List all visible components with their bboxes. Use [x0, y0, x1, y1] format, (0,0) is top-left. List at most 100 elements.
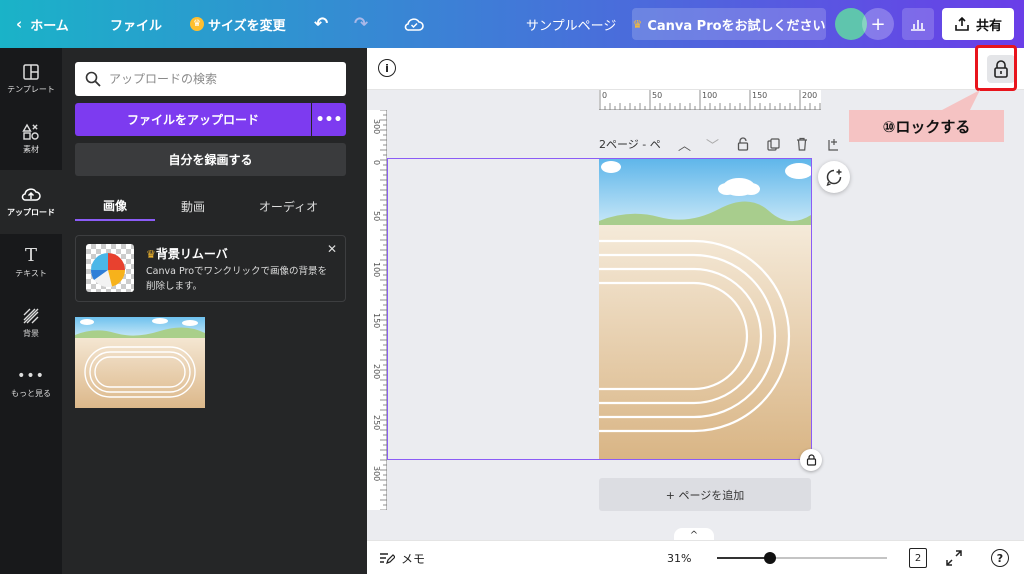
zoom-slider[interactable] — [717, 552, 887, 564]
ruler-label: 300 — [372, 119, 381, 135]
cloud-save-icon[interactable] — [404, 0, 424, 48]
background-icon — [23, 308, 39, 324]
top-bar: ‹ ホーム ファイル ♛ サイズを変更 ↶ ↷ サンプルページ ♛ Canva … — [0, 0, 1024, 48]
document-title[interactable]: サンプルページ — [526, 0, 616, 48]
design-page[interactable] — [599, 159, 811, 459]
chevron-left-icon: ‹ — [16, 15, 23, 33]
rail-item-text[interactable]: T テキスト — [0, 234, 62, 292]
canvas-area: 0 50 100 150 200 300 0 50 100 150 200 25… — [367, 90, 1024, 540]
elements-icon — [22, 123, 39, 140]
analytics-icon[interactable] — [902, 8, 934, 40]
zoom-slider-handle[interactable] — [764, 552, 776, 564]
ruler-label: 250 — [372, 415, 381, 431]
ruler-label: 50 — [372, 211, 381, 222]
undo-icon[interactable]: ↶ — [314, 0, 328, 48]
callout-pointer — [942, 90, 980, 110]
chevron-down-icon[interactable]: ﹀ — [706, 134, 719, 154]
rail-item-elements[interactable]: 素材 — [0, 110, 62, 168]
share-label: 共有 — [975, 18, 1002, 34]
lock-highlight-box — [975, 45, 1017, 91]
duplicate-page-icon[interactable] — [767, 134, 780, 154]
search-box[interactable] — [75, 62, 346, 96]
ruler-label: 150 — [752, 91, 768, 100]
help-icon[interactable]: ? — [991, 549, 1009, 567]
ruler-label: 50 — [652, 91, 663, 100]
ruler-label: 200 — [802, 91, 818, 100]
add-collaborator-icon[interactable]: + — [862, 8, 894, 40]
lock-callout: ⑩ロックする — [849, 110, 1004, 142]
tab-images[interactable]: 画像 — [75, 191, 155, 221]
crown-icon: ♛ — [190, 17, 204, 31]
tab-audio[interactable]: オーディオ — [231, 191, 346, 221]
rail-item-templates[interactable]: テンプレート — [0, 50, 62, 108]
rail-item-uploads[interactable]: アップロード — [0, 170, 62, 234]
delete-page-icon[interactable] — [796, 134, 808, 154]
text-icon: T — [24, 245, 37, 266]
ruler-label: 0 — [372, 160, 381, 166]
add-page-icon[interactable] — [827, 134, 840, 154]
ruler-label: 100 — [702, 91, 718, 100]
try-pro-button[interactable]: ♛ Canva Proをお試しください — [632, 8, 826, 40]
share-button[interactable]: 共有 — [942, 8, 1014, 40]
home-button[interactable]: ‹ ホーム — [16, 0, 69, 48]
share-icon — [955, 16, 969, 31]
notes-icon — [380, 553, 395, 564]
resize-label: サイズを変更 — [208, 18, 286, 34]
rail-label: テキスト — [15, 269, 47, 278]
rail-label: テンプレート — [7, 85, 55, 94]
resize-button[interactable]: ♛ サイズを変更 — [190, 0, 286, 48]
rail-label: 背景 — [23, 329, 39, 338]
rail-item-more[interactable]: ••• もっと見る — [0, 354, 62, 412]
fullscreen-icon[interactable] — [945, 549, 963, 567]
home-label: ホーム — [30, 18, 69, 34]
upload-options-button[interactable]: ••• — [312, 103, 346, 136]
promo-description: Canva Proでワンクリックで画像の背景を削除します。 — [146, 266, 328, 292]
comment-add-icon[interactable] — [818, 161, 850, 193]
chevron-up-icon: ^ — [689, 529, 699, 541]
notes-label: メモ — [401, 551, 426, 566]
crown-icon: ♛ — [146, 248, 156, 261]
try-pro-label: Canva Proをお試しください — [647, 18, 826, 34]
page-header: 2ページ - ペ ︿ ﹀ — [599, 134, 849, 154]
chevron-up-icon[interactable]: ︿ — [678, 134, 691, 154]
info-icon[interactable]: i — [378, 59, 396, 77]
more-icon: ••• — [17, 368, 45, 384]
lock-icon — [806, 454, 816, 466]
rail-label: 素材 — [23, 145, 39, 154]
zoom-slider-fill — [717, 557, 770, 559]
uploads-panel: ファイルをアップロード ••• 自分を録画する 画像 動画 オーディオ ♛背景リ… — [62, 48, 367, 574]
close-icon[interactable]: ✕ — [327, 242, 337, 256]
add-page-button[interactable]: + ページを追加 — [599, 478, 811, 511]
ruler-label: 150 — [372, 313, 381, 329]
record-yourself-button[interactable]: 自分を録画する — [75, 143, 346, 176]
page-count: 2 — [914, 552, 922, 564]
ruler-label: 100 — [372, 262, 381, 278]
redo-icon[interactable]: ↷ — [354, 0, 368, 48]
upload-file-button[interactable]: ファイルをアップロード — [75, 103, 311, 136]
uploaded-image-thumbnail[interactable] — [75, 317, 205, 408]
upload-icon — [21, 188, 41, 201]
ruler-vertical: 300 0 50 100 150 200 250 300 — [367, 110, 387, 510]
ruler-horizontal: 0 50 100 150 200 — [599, 90, 821, 110]
ruler-label: 300 — [372, 466, 381, 482]
template-icon — [23, 64, 39, 80]
beach-ball-image — [86, 244, 134, 292]
page-count-button[interactable]: 2 — [909, 548, 927, 568]
notes-button[interactable]: メモ — [379, 541, 425, 574]
page-title[interactable]: 2ページ - ペ — [599, 136, 661, 152]
file-menu[interactable]: ファイル — [110, 0, 162, 48]
show-pages-toggle[interactable]: ^ — [674, 528, 714, 540]
rail-label: アップロード — [7, 208, 55, 217]
ruler-label: 0 — [602, 91, 608, 100]
zoom-value[interactable]: 31% — [667, 541, 691, 574]
editor-toolbar: i — [367, 48, 1024, 90]
background-remover-promo[interactable]: ♛背景リムーバ Canva Proでワンクリックで画像の背景を削除します。 ✕ — [75, 235, 346, 302]
tab-videos[interactable]: 動画 — [155, 191, 231, 221]
rail-item-background[interactable]: 背景 — [0, 294, 62, 352]
crown-icon: ♛ — [632, 17, 643, 31]
page-lock-icon[interactable] — [737, 134, 749, 154]
page-lock-badge[interactable] — [800, 449, 822, 471]
more-horizontal-icon: ••• — [315, 111, 343, 128]
search-input[interactable] — [109, 72, 329, 86]
promo-title-text: 背景リムーバ — [155, 247, 228, 261]
